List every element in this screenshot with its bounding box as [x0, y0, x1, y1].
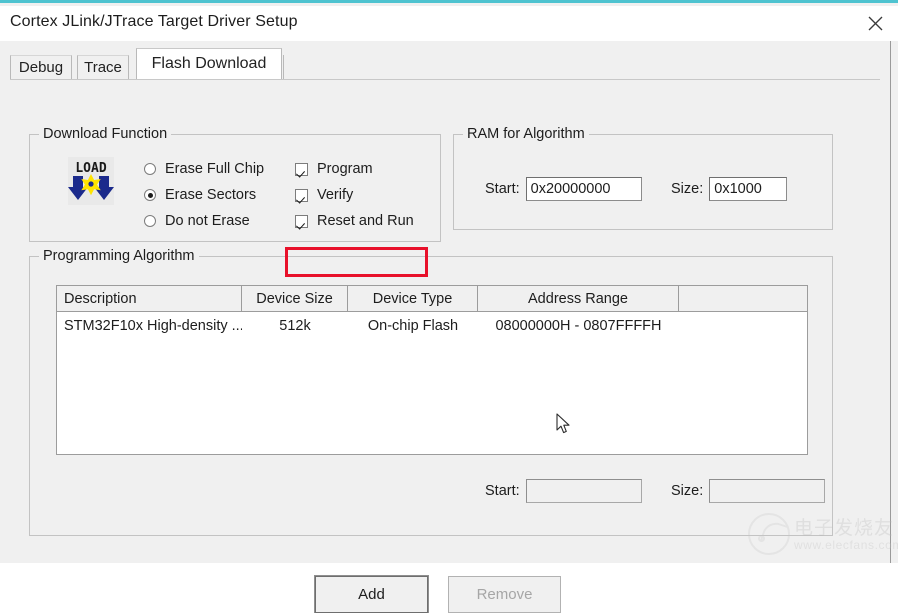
checkbox-reset-and-run-label: Reset and Run [317, 213, 414, 229]
ram-size-label: Size: [671, 181, 704, 197]
cell-device-type: On-chip Flash [367, 317, 459, 334]
dialog-client-area: Debug Trace Flash Download Download Func… [0, 41, 898, 613]
radio-erase-full-chip-indicator [144, 163, 156, 175]
ram-start-field-row: Start: [485, 177, 642, 201]
tab-debug[interactable]: Debug [10, 55, 72, 79]
ram-start-label: Start: [485, 181, 520, 197]
title-bar: Cortex JLink/JTrace Target Driver Setup [0, 6, 898, 41]
column-header-description[interactable]: Description [57, 286, 242, 311]
radio-do-not-erase-indicator [144, 215, 156, 227]
svg-text:LOAD: LOAD [75, 161, 106, 176]
programming-algorithm-list[interactable]: Description Device Size Device Type Addr… [56, 285, 808, 455]
programming-algorithm-legend: Programming Algorithm [39, 248, 199, 264]
download-function-legend: Download Function [39, 126, 172, 142]
checkbox-reset-and-run[interactable]: Reset and Run [295, 213, 414, 229]
close-icon [867, 15, 884, 32]
column-header-extra[interactable] [679, 286, 807, 311]
tab-strip-divider [283, 55, 284, 79]
checkbox-verify-label: Verify [317, 187, 354, 203]
radio-erase-sectors[interactable]: Erase Sectors [144, 187, 256, 203]
algo-start-field-row: Start: [485, 479, 642, 503]
remove-button-label: Remove [476, 586, 533, 603]
cell-extra [679, 312, 807, 339]
tab-flash-download[interactable]: Flash Download [136, 48, 282, 79]
checkbox-verify[interactable]: Verify [295, 187, 353, 203]
programming-algorithm-group: Programming Algorithm Description Device… [29, 248, 833, 536]
download-function-group: Download Function LOAD Erase Full Chip E… [29, 126, 441, 242]
column-header-address-range[interactable]: Address Range [478, 286, 679, 311]
cell-address-range: 08000000H - 0807FFFFH [495, 317, 662, 334]
tab-trace-label: Trace [84, 59, 122, 76]
add-button-label: Add [358, 586, 385, 603]
cell-device-size: 512k [279, 317, 311, 334]
table-row[interactable]: STM32F10x High-density ... 512k On-chip … [57, 312, 807, 339]
radio-do-not-erase-label: Do not Erase [165, 213, 250, 229]
radio-erase-sectors-indicator [144, 189, 156, 201]
column-header-device-size[interactable]: Device Size [242, 286, 348, 311]
tab-trace[interactable]: Trace [77, 55, 129, 79]
algo-size-label: Size: [671, 483, 704, 499]
column-header-device-type[interactable]: Device Type [348, 286, 478, 311]
algo-start-input [525, 479, 642, 503]
radio-do-not-erase[interactable]: Do not Erase [144, 213, 250, 229]
ram-for-algorithm-legend: RAM for Algorithm [463, 126, 589, 142]
tab-strip: Debug Trace Flash Download [10, 47, 888, 79]
checkbox-reset-and-run-indicator [295, 214, 308, 228]
checkbox-verify-indicator [295, 188, 308, 202]
algo-start-label: Start: [485, 483, 520, 499]
ram-for-algorithm-group: RAM for Algorithm Start: Size: [453, 126, 833, 230]
tab-debug-label: Debug [18, 59, 64, 76]
ram-start-input[interactable] [525, 177, 642, 201]
checkbox-program-label: Program [317, 161, 373, 177]
radio-erase-sectors-label: Erase Sectors [165, 187, 257, 203]
radio-erase-full-chip-label: Erase Full Chip [165, 161, 265, 177]
algo-size-field-row: Size: [671, 479, 826, 503]
tab-flash-download-label: Flash Download [151, 55, 267, 72]
checkbox-program-indicator [295, 162, 308, 176]
window-title: Cortex JLink/JTrace Target Driver Setup [10, 13, 298, 30]
radio-erase-full-chip[interactable]: Erase Full Chip [144, 161, 264, 177]
table-header-row: Description Device Size Device Type Addr… [57, 286, 807, 312]
cell-description: STM32F10x High-density ... [64, 317, 242, 334]
load-icon: LOAD [68, 157, 114, 205]
remove-button: Remove [448, 576, 561, 613]
algo-size-input [709, 479, 826, 503]
dialog-window: Cortex JLink/JTrace Target Driver Setup … [0, 0, 898, 613]
flash-download-page: Download Function LOAD Erase Full Chip E… [10, 79, 880, 613]
ram-size-input[interactable] [709, 177, 788, 201]
checkbox-program[interactable]: Program [295, 161, 373, 177]
add-button[interactable]: Add [315, 576, 428, 613]
panel-right-border [890, 41, 891, 563]
close-button[interactable] [852, 6, 898, 41]
ram-size-field-row: Size: [671, 177, 788, 201]
